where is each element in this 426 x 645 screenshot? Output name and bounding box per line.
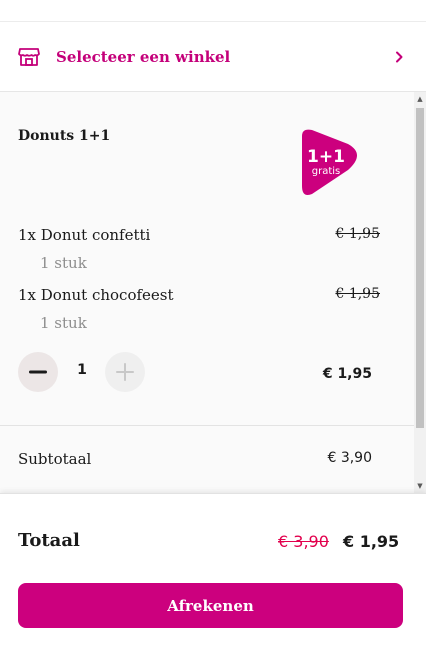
line-item-name: 1x Donut confetti <box>18 226 151 244</box>
cart-page: Selecteer een winkel Donuts 1+1 1+1 grat… <box>0 0 426 645</box>
minus-icon <box>29 370 47 374</box>
subtotal-label: Subtotaal <box>18 450 92 468</box>
store-icon <box>18 46 40 68</box>
checkout-button[interactable]: Afrekenen <box>18 583 403 628</box>
line-item-confetti: 1x Donut confetti € 1,95 <box>18 226 380 244</box>
decrease-quantity-button[interactable] <box>18 352 58 392</box>
divider <box>0 425 414 426</box>
scrollbar[interactable]: ▲ ▼ <box>414 92 426 493</box>
scroll-up-arrow-icon[interactable]: ▲ <box>414 92 426 106</box>
select-store-label: Selecteer een winkel <box>56 47 231 66</box>
subtotal-row: Subtotaal € 3,90 <box>18 450 372 468</box>
line-item-chocofeest: 1x Donut chocofeest € 1,95 <box>18 286 380 304</box>
promo-badge: 1+1 gratis <box>298 126 368 198</box>
promo-group-total: € 1,95 <box>322 366 372 382</box>
chevron-right-icon <box>392 50 406 64</box>
line-item-price: € 1,95 <box>335 226 380 242</box>
total-price: € 1,95 <box>343 532 400 551</box>
quantity-value: 1 <box>77 362 87 378</box>
line-item-quantity: 1 stuk <box>40 314 87 332</box>
subtotal-value: € 3,90 <box>327 450 372 466</box>
top-strip <box>0 0 426 22</box>
promo-title: Donuts 1+1 <box>18 128 111 144</box>
promo-badge-sub: gratis <box>312 166 341 177</box>
line-item-name: 1x Donut chocofeest <box>18 286 174 304</box>
cart-scroll-area[interactable]: Donuts 1+1 1+1 gratis 1x Donut confetti … <box>0 92 426 493</box>
line-item-quantity: 1 stuk <box>40 254 87 272</box>
line-item-price: € 1,95 <box>335 286 380 302</box>
scroll-down-arrow-icon[interactable]: ▼ <box>414 479 426 493</box>
select-store-row[interactable]: Selecteer een winkel <box>0 22 426 92</box>
plus-icon <box>116 363 134 381</box>
scrollbar-thumb[interactable] <box>416 108 424 428</box>
total-old-price: € 3,90 <box>278 532 329 551</box>
promo-badge-main: 1+1 <box>307 147 345 167</box>
increase-quantity-button[interactable] <box>105 352 145 392</box>
total-label: Totaal <box>18 530 80 551</box>
checkout-footer: Totaal € 3,90 € 1,95 Afrekenen <box>0 493 426 645</box>
